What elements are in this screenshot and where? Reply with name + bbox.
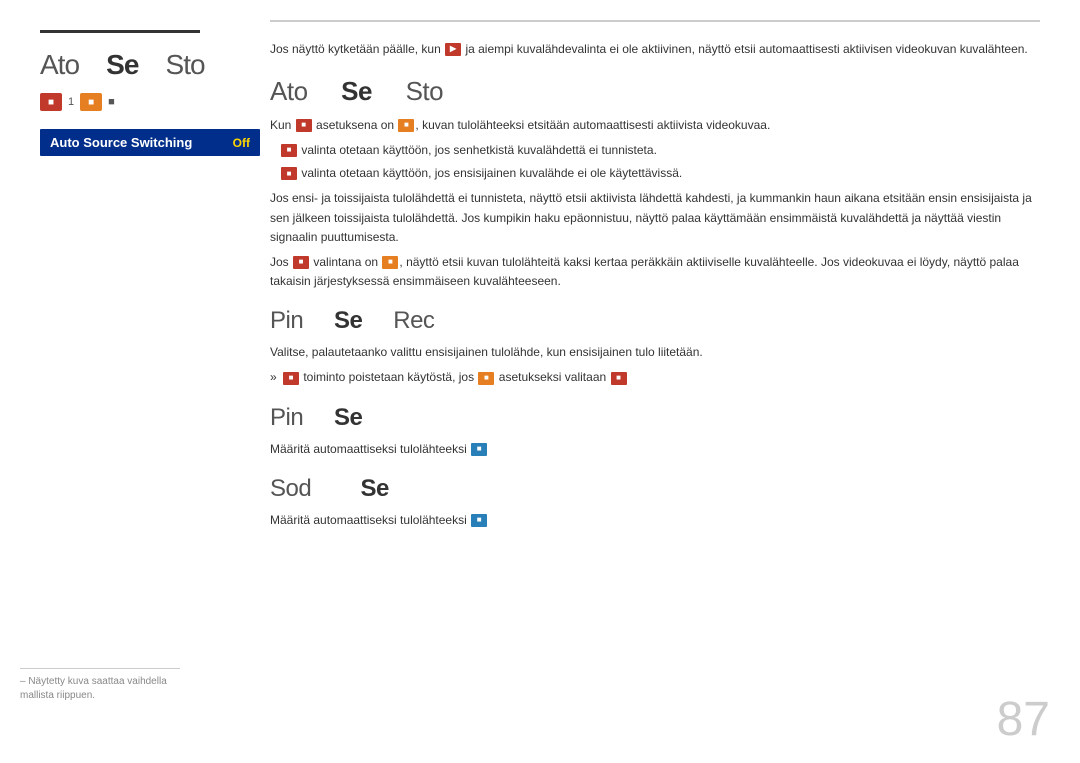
s1-para4: Jos ensi- ja toissijaista tulolähdettä e… — [270, 189, 1040, 247]
inline-icon-s2: ■ — [283, 372, 299, 385]
sidebar-title: Ato Se Sto — [40, 51, 220, 79]
icon2: ■ — [80, 93, 102, 111]
main-content: Jos näyttö kytketään päälle, kun ▶ ja ai… — [240, 0, 1080, 763]
title-part2: Se — [106, 49, 138, 80]
s1-para2: ■ valinta otetaan käyttöön, jos senhetki… — [270, 141, 1040, 160]
s1-h-p1: Ato — [270, 76, 308, 106]
inline-icon-s1: ■ — [296, 119, 312, 132]
intro-paragraph: Jos näyttö kytketään päälle, kun ▶ ja ai… — [270, 40, 1040, 59]
inline-icon-s3: ■ — [471, 443, 487, 456]
section2-heading: Pin Se Rec — [270, 307, 1040, 335]
inline-icon-s1f: ■ — [382, 256, 398, 269]
s3-h-p2: Se — [334, 404, 362, 431]
inline-icon-s1d: ■ — [281, 167, 297, 180]
s2-h-p3: Rec — [393, 307, 434, 334]
s1-para5: Jos ■ valintana on ■, näyttö etsii kuvan… — [270, 253, 1040, 291]
section3: Pin Se Määritä automaattiseksi tulolähte… — [270, 404, 1040, 459]
section4: Sod Se Määritä automaattiseksi tulolähte… — [270, 475, 1040, 530]
s1-para1: Kun ■ asetuksena on ■, kuvan tulolähteek… — [270, 116, 1040, 135]
section3-heading: Pin Se — [270, 404, 1040, 432]
s4-h-p2: Se — [361, 475, 389, 502]
inline-icon-red: ▶ — [445, 43, 461, 56]
inline-icon-s1c: ■ — [281, 144, 297, 157]
inline-icon-s2c: ■ — [611, 372, 627, 385]
sidebar-icons: ■ 1 ■ ■ — [40, 93, 220, 111]
footnote-text: – Näytetty kuva saattaa vaihdella mallis… — [20, 675, 200, 703]
inline-icon-s1e: ■ — [293, 256, 309, 269]
sidebar-footnote: – Näytetty kuva saattaa vaihdella mallis… — [20, 668, 200, 703]
icon-label1: 1 — [68, 96, 74, 108]
s1-h-p2: Se — [341, 76, 372, 106]
menu-item-label: Auto Source Switching — [50, 135, 192, 150]
sidebar-top-line — [40, 30, 200, 33]
s2-para1: Valitse, palautetaanko valittu ensisijai… — [270, 343, 1040, 362]
s3-para1: Määritä automaattiseksi tulolähteeksi ■ — [270, 440, 1040, 459]
sidebar: Ato Se Sto ■ 1 ■ ■ Auto Source Switching… — [0, 0, 240, 763]
section1: Ato Se Sto Kun ■ asetuksena on ■, kuvan … — [270, 77, 1040, 291]
s1-h-p3: Sto — [406, 76, 444, 106]
s1-para3: ■ valinta otetaan käyttöön, jos ensisija… — [270, 164, 1040, 183]
page-container: Ato Se Sto ■ 1 ■ ■ Auto Source Switching… — [0, 0, 1080, 763]
icon-label2: ■ — [108, 96, 115, 108]
s2-h-p1: Pin — [270, 307, 303, 334]
icon1: ■ — [40, 93, 62, 111]
inline-icon-s4: ■ — [471, 514, 487, 527]
section2: Pin Se Rec Valitse, palautetaanko valitt… — [270, 307, 1040, 387]
page-number: 87 — [997, 692, 1050, 747]
footnote-line — [20, 668, 180, 669]
title-part3: Sto — [166, 49, 205, 80]
sidebar-title-text: Ato Se Sto — [40, 51, 220, 79]
s3-h-p1: Pin — [270, 404, 303, 431]
main-top-line — [270, 20, 1040, 22]
auto-source-menu-item[interactable]: Auto Source Switching Off — [40, 129, 260, 156]
section4-heading: Sod Se — [270, 475, 1040, 503]
s2-bullet1: ■ toiminto poistetaan käytöstä, jos ■ as… — [270, 368, 1040, 387]
s2-h-p2: Se — [334, 307, 362, 334]
s4-para1: Määritä automaattiseksi tulolähteeksi ■ — [270, 511, 1040, 530]
inline-icon-s2b: ■ — [478, 372, 494, 385]
section1-heading: Ato Se Sto — [270, 77, 1040, 106]
title-part1: Ato — [40, 49, 79, 80]
s4-h-p1: Sod — [270, 475, 311, 502]
inline-icon-s1b: ■ — [398, 119, 414, 132]
